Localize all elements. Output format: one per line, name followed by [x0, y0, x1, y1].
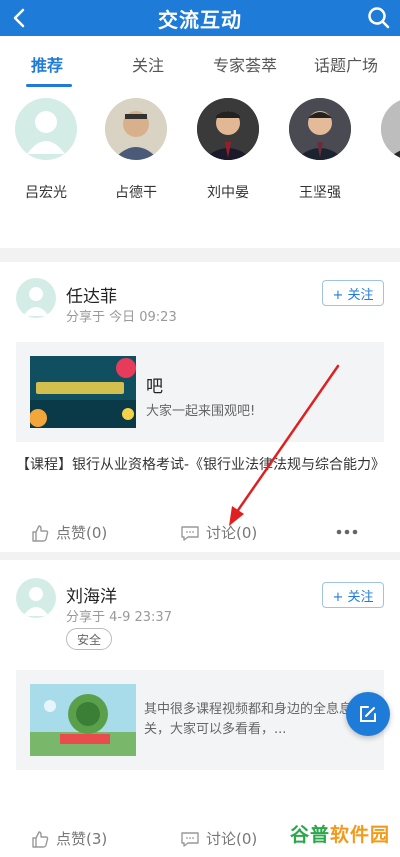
thumbs-up-icon: [32, 830, 49, 848]
top-bar: 交流互动: [0, 0, 400, 36]
tab-topics[interactable]: 话题广场: [314, 52, 378, 76]
like-button[interactable]: 点赞(0): [30, 522, 107, 543]
avatar: [289, 98, 351, 160]
post-author[interactable]: 刘海洋: [66, 582, 117, 607]
follow-button[interactable]: + 关注: [322, 280, 384, 306]
post-card: 任达菲 分享于 今日 09:23 + 关注 吧 大家一起来围观吧! 【课程】银行…: [0, 262, 400, 552]
back-arrow-icon[interactable]: [6, 4, 34, 32]
avatar: [105, 98, 167, 160]
edit-icon: [360, 706, 376, 722]
comment-button[interactable]: 讨论(0): [180, 522, 257, 543]
shared-content[interactable]: 吧 大家一起来围观吧!: [16, 342, 384, 442]
tab-follow[interactable]: 关注: [132, 52, 164, 76]
avatar: [197, 98, 259, 160]
like-button[interactable]: 点赞(3): [30, 828, 107, 849]
comment-count: 讨论(0): [206, 524, 258, 542]
avatar: [381, 98, 400, 160]
share-description: 大家一起来围观吧!: [146, 404, 256, 419]
like-count: 点赞(0): [56, 524, 108, 542]
tab-experts[interactable]: 专家荟萃: [213, 52, 277, 76]
more-button[interactable]: [334, 522, 360, 542]
active-tab-indicator: [26, 84, 72, 87]
expert-name: 占德干: [115, 185, 157, 201]
post-timestamp: 分享于 今日 09:23: [66, 310, 177, 325]
site-watermark: 谷普 软件园: [290, 818, 390, 848]
course-thumbnail: [30, 356, 136, 428]
follow-button[interactable]: + 关注: [322, 582, 384, 608]
post-author[interactable]: 任达菲: [66, 282, 117, 307]
more-icon: [336, 529, 358, 535]
comment-icon: [181, 525, 199, 541]
expert-name: 刘中晏: [207, 185, 249, 201]
expert-name: 吕宏光: [25, 185, 67, 201]
post-timestamp: 分享于 4-9 23:37: [66, 610, 172, 625]
course-title[interactable]: 【课程】银行从业资格考试-《银行业法律法规与综合能力》: [16, 454, 385, 476]
avatar[interactable]: [16, 278, 56, 318]
thumbs-up-icon: [32, 524, 49, 542]
expert-name: 那: [372, 182, 400, 202]
expert-item[interactable]: 王坚强: [280, 98, 360, 202]
comment-icon: [181, 831, 199, 847]
comment-count: 讨论(0): [206, 830, 258, 848]
comment-button[interactable]: 讨论(0): [180, 828, 257, 849]
avatar[interactable]: [16, 578, 56, 618]
expert-carousel: 吕宏光 占德干 刘中晏 王坚强 那: [0, 90, 400, 248]
like-count: 点赞(3): [56, 830, 108, 848]
expert-item[interactable]: 刘中晏: [188, 98, 268, 202]
expert-name: 王坚强: [299, 185, 341, 201]
share-description: 其中很多课程视频都和身边的全息息相关，大家可以多看看，...: [144, 702, 366, 737]
tab-bar: 推荐 关注 专家荟萃 话题广场: [0, 36, 400, 90]
course-thumbnail: [30, 684, 136, 756]
topic-tag[interactable]: 安全: [66, 628, 113, 650]
watermark-part-b: 软件园: [329, 823, 390, 846]
post-card: 刘海洋 分享于 4-9 23:37 安全 + 关注 其中很多课程视频都和身边的全…: [0, 560, 400, 857]
search-icon[interactable]: [366, 5, 392, 31]
watermark-part-a: 谷普: [289, 823, 330, 846]
avatar: [15, 98, 77, 160]
expert-item[interactable]: 吕宏光: [6, 98, 86, 202]
tab-recommend[interactable]: 推荐: [31, 52, 63, 76]
share-title: 吧: [146, 377, 163, 397]
compose-button[interactable]: [346, 692, 390, 736]
shared-content[interactable]: 其中很多课程视频都和身边的全息息相关，大家可以多看看，...: [16, 670, 384, 770]
expert-item[interactable]: 那: [372, 98, 400, 202]
expert-item[interactable]: 占德干: [96, 98, 176, 202]
page-title: 交流互动: [158, 7, 242, 32]
